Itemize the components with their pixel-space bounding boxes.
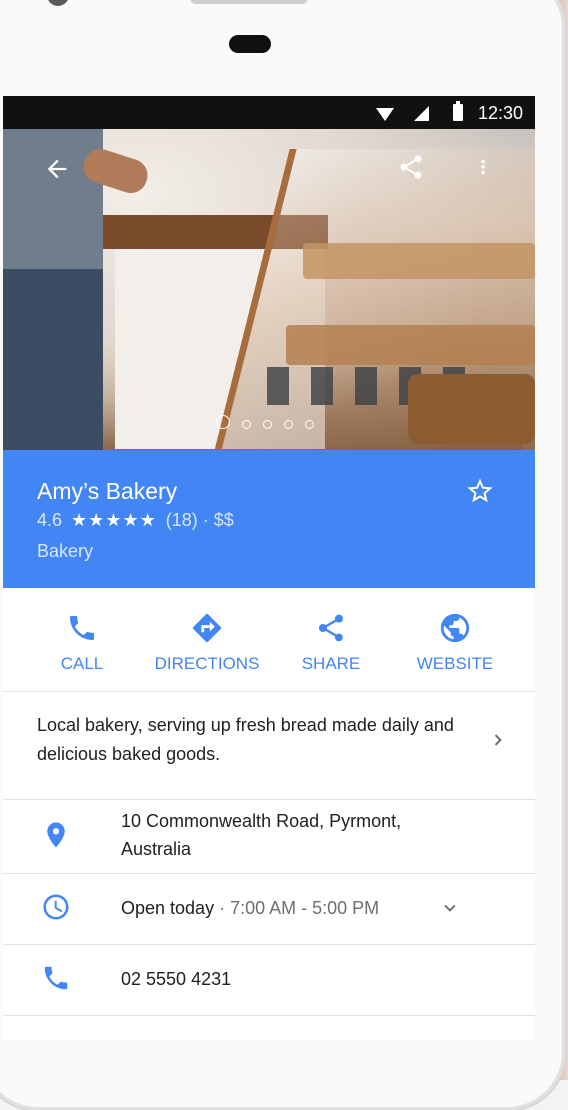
arrow-left-icon [47, 159, 67, 179]
earpiece-speaker [190, 0, 308, 4]
call-label: CALL [60, 654, 104, 673]
battery-icon [453, 101, 463, 121]
photo-pastry-tray [303, 243, 535, 279]
place-header: Amy’s Bakery 4.6 ★★★★★ (18) · $$ Bakery [3, 450, 535, 588]
hours-separator: · [219, 898, 226, 918]
directions-label: DIRECTIONS [154, 654, 260, 673]
address-row[interactable]: 10 Commonwealth Road, Pyrmont, Australia [3, 799, 535, 874]
rating-value: 4.6 [37, 510, 63, 530]
directions-icon [142, 610, 272, 646]
directions-button[interactable]: DIRECTIONS [142, 610, 272, 674]
pager-dot[interactable] [263, 420, 272, 429]
separator: · [202, 510, 209, 530]
hours-row[interactable]: Open today · 7:00 AM - 5:00 PM [3, 873, 535, 945]
description-row[interactable]: Local bakery, serving up fresh bread mad… [3, 691, 535, 800]
chevron-down-icon[interactable] [439, 897, 461, 924]
save-star-button[interactable] [465, 476, 495, 511]
website-button[interactable]: WEBSITE [390, 610, 520, 674]
action-bar: CALL DIRECTIONS SHARE WEBSITE [3, 588, 535, 692]
rating-line[interactable]: 4.6 ★★★★★ (18) · $$ [37, 510, 234, 531]
clock-icon [40, 891, 72, 923]
star-outline-icon [467, 478, 493, 503]
phone-row[interactable]: 02 5550 4231 [3, 944, 535, 1016]
wifi-icon [376, 108, 394, 121]
place-name: Amy’s Bakery [37, 478, 178, 504]
phone-icon [17, 610, 147, 646]
hours-text: Open today · 7:00 AM - 5:00 PM [121, 894, 379, 922]
photo-bread-basket [408, 374, 535, 444]
phone-icon [40, 962, 72, 994]
rating-stars: ★★★★★ [71, 510, 157, 530]
call-button[interactable]: CALL [17, 610, 147, 674]
signal-icon [414, 106, 429, 121]
bakery-photo[interactable] [3, 129, 535, 450]
pager-dot[interactable] [284, 420, 293, 429]
pager-dot[interactable] [216, 415, 230, 429]
place-description: Local bakery, serving up fresh bread mad… [37, 715, 454, 764]
photo-person-shirt [3, 129, 103, 274]
globe-icon [390, 610, 520, 646]
location-pin-icon [40, 819, 72, 851]
hours-status: Open today [121, 898, 215, 918]
address-text: 10 Commonwealth Road, Pyrmont, Australia [121, 811, 402, 859]
website-label: WEBSITE [416, 654, 494, 673]
share-icon [266, 610, 396, 646]
photo-pager-dots [216, 415, 326, 429]
status-bar: 12:30 [3, 96, 535, 129]
proximity-sensor [229, 35, 271, 53]
share-button[interactable] [397, 153, 425, 185]
share-icon [400, 155, 422, 179]
review-count: (18) [165, 510, 198, 530]
more-options-button[interactable] [472, 153, 494, 185]
place-category: Bakery [37, 541, 94, 561]
pager-dot[interactable] [242, 420, 251, 429]
more-vert-icon [481, 159, 485, 175]
pager-dot[interactable] [305, 420, 314, 429]
phone-number: 02 5550 4231 [121, 969, 232, 989]
front-camera [47, 0, 69, 6]
chevron-right-icon [487, 729, 509, 758]
back-button[interactable] [43, 155, 71, 187]
status-time: 12:30 [478, 103, 524, 123]
photo-pastry-tray [286, 325, 535, 365]
share-label: SHARE [301, 654, 361, 673]
share-action-button[interactable]: SHARE [266, 610, 396, 674]
photo-person-jeans [3, 269, 103, 450]
price-level: $$ [213, 510, 234, 530]
phone-screen: 12:30 Amy’s Bakery 4.6 ★★★★★ (18) · $$ B… [3, 96, 535, 1040]
hours-range: 7:00 AM - 5:00 PM [230, 898, 380, 918]
